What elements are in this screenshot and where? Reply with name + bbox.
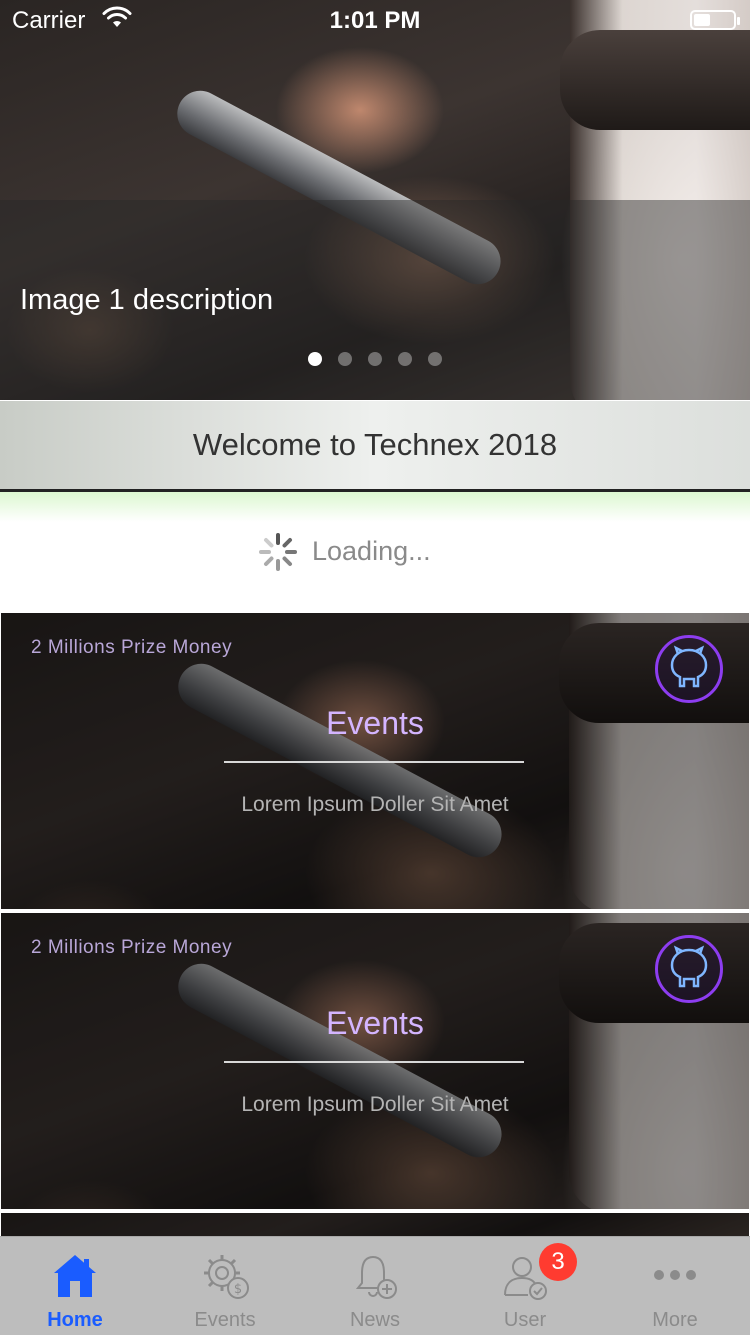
home-icon [54,1255,96,1297]
tab-home[interactable]: Home [0,1237,150,1335]
carousel-page-indicator[interactable] [0,352,750,371]
more-dots-icon [654,1270,696,1280]
notification-badge: 3 [539,1243,577,1281]
spinner-icon [259,533,297,571]
loading-text: Loading... [312,536,431,566]
welcome-banner: Welcome to Technex 2018 [0,401,750,492]
page-dot[interactable] [368,352,382,366]
hero-cup-lid [560,30,750,130]
tab-events[interactable]: $ Events [150,1237,300,1335]
card-prize-text: 2 Millions Prize Money [31,937,233,958]
card-title: Events [326,705,424,741]
github-icon[interactable] [655,635,723,703]
event-card-partial[interactable] [1,1213,749,1238]
banner-glow [0,492,750,522]
tab-more[interactable]: More [600,1237,750,1335]
tab-news[interactable]: News [300,1237,450,1335]
event-card[interactable]: 2 Millions Prize Money Events Lorem Ipsu… [1,913,749,1209]
tab-label: More [652,1309,698,1331]
card-subtitle: Lorem Ipsum Doller Sit Amet [241,793,509,816]
battery-icon [690,10,740,30]
card-prize-text: 2 Millions Prize Money [31,637,233,658]
page-dot[interactable] [398,352,412,366]
svg-text:$: $ [234,1282,242,1297]
tab-bar: Home $ Events News 3 User More [0,1236,750,1335]
page-dot[interactable] [308,352,322,366]
bell-plus-icon [355,1255,397,1299]
page-dot[interactable] [338,352,352,366]
github-icon[interactable] [655,935,723,1003]
tab-label: News [349,1309,400,1331]
card-overlay [1,1213,749,1238]
gear-dollar-icon: $ [204,1255,249,1299]
event-card[interactable]: 2 Millions Prize Money Events Lorem Ipsu… [1,613,749,909]
hero-carousel[interactable]: Image 1 description [0,0,750,400]
clock: 1:01 PM [329,7,421,34]
page-dot[interactable] [428,352,442,366]
card-divider [224,1061,524,1063]
card-subtitle: Lorem Ipsum Doller Sit Amet [241,1093,509,1116]
tab-label: Events [194,1309,256,1331]
tab-user[interactable]: 3 User [450,1237,600,1335]
tab-label: Home [47,1309,103,1331]
status-bar: Carrier 1:01 PM [0,0,750,40]
card-title: Events [326,1005,424,1041]
tab-label: User [503,1309,547,1331]
card-divider [224,761,524,763]
hero-caption: Image 1 description [20,284,274,316]
